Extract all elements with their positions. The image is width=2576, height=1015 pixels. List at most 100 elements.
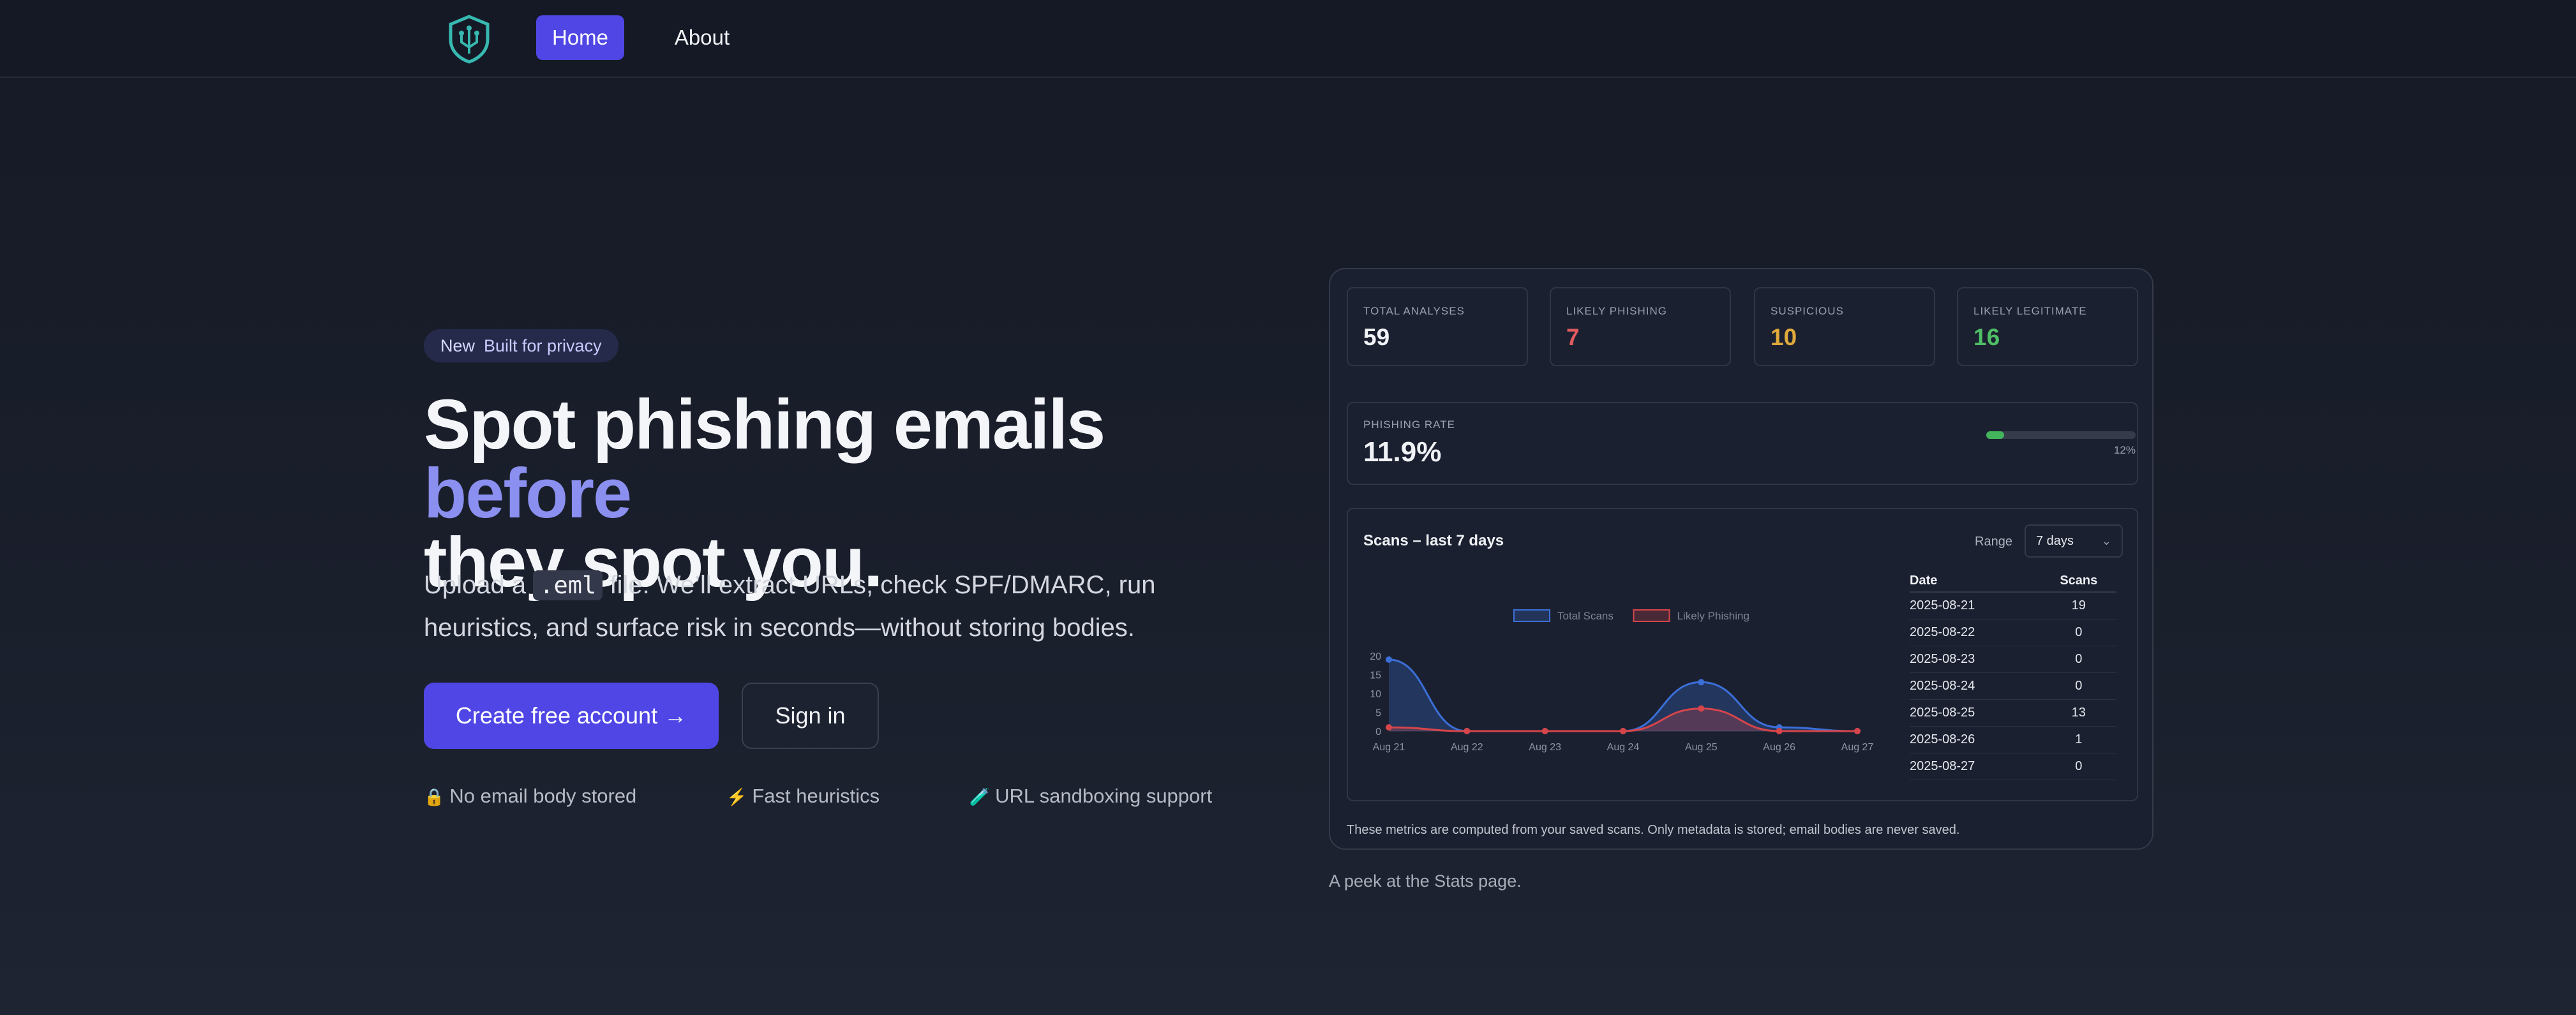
kpi-likely-legitimate: LIKELY LEGITIMATE 16 [1957, 287, 2138, 366]
range-select[interactable]: 7 days ⌄ [2025, 524, 2123, 558]
range-value: 7 days [2036, 534, 2074, 548]
nav-about-link[interactable]: About [664, 15, 740, 60]
data-point [1386, 656, 1392, 663]
column-header-date: Date [1910, 570, 2041, 593]
legend-swatch [1513, 609, 1550, 622]
kpi-likely-phishing: LIKELY PHISHING 7 [1550, 287, 1731, 366]
cell-scans: 0 [2041, 619, 2116, 646]
data-point [1464, 728, 1471, 734]
feature-item: 🔒 No email body stored [424, 785, 678, 807]
table-row: 2025-08-21 19 [1910, 592, 2116, 619]
x-tick-label: Aug 26 [1763, 742, 1795, 753]
lightning-icon: ⚡ [726, 787, 747, 806]
cell-scans: 13 [2041, 699, 2116, 727]
data-point [1854, 728, 1861, 734]
data-point [1386, 724, 1392, 731]
cell-date: 2025-08-27 [1910, 753, 2041, 780]
feature-item: 🧪 URL sandboxing support [970, 785, 1254, 807]
y-tick-label: 5 [1375, 708, 1381, 719]
y-tick-label: 10 [1370, 689, 1381, 700]
kpi-value: 59 [1363, 324, 1390, 350]
stats-preview-card: TOTAL ANALYSES 59 LIKELY PHISHING 7 SUSP… [1329, 268, 2153, 850]
preview-caption: A peek at the Stats page. [1329, 871, 1522, 891]
x-tick-label: Aug 23 [1529, 742, 1561, 753]
headline-part1: Spot phishing emails [424, 385, 1105, 464]
x-tick-label: Aug 27 [1841, 742, 1874, 753]
x-tick-label: Aug 21 [1373, 742, 1405, 753]
table-row: 2025-08-23 0 [1910, 646, 2116, 673]
rate-percent-label: 12% [2113, 444, 2136, 456]
cell-date: 2025-08-25 [1910, 699, 2041, 727]
data-point [1541, 728, 1548, 734]
x-tick-label: Aug 22 [1451, 742, 1483, 753]
chevron-down-icon: ⌄ [2101, 535, 2111, 547]
kpi-total-analyses: TOTAL ANALYSES 59 [1347, 287, 1528, 366]
kpi-label: LIKELY LEGITIMATE [1973, 305, 2087, 317]
scans-panel: Scans – last 7 days Range 7 days ⌄ 0 5 10 1… [1347, 508, 2138, 801]
y-tick-label: 15 [1370, 670, 1381, 681]
table-row: 2025-08-22 0 [1910, 619, 2116, 646]
x-tick-label: Aug 24 [1607, 742, 1640, 753]
cell-date: 2025-08-21 [1910, 592, 2041, 619]
rate-label: PHISHING RATE [1363, 419, 1455, 431]
table-header-row: Date Scans [1910, 570, 2116, 593]
scans-title: Scans – last 7 days [1363, 532, 1504, 549]
range-label: Range [1975, 535, 2012, 549]
feature-label: Fast heuristics [752, 785, 880, 807]
legend-label: Likely Phishing [1677, 610, 1749, 622]
test-tube-icon: 🧪 [969, 787, 991, 806]
table-row: 2025-08-26 1 [1910, 726, 2116, 753]
badge-text: Built for privacy [484, 336, 602, 355]
cell-date: 2025-08-26 [1910, 726, 2041, 753]
column-header-scans: Scans [2041, 570, 2116, 593]
data-point [1776, 728, 1783, 734]
lock-icon: 🔒 [424, 787, 445, 806]
eml-code: .eml [533, 570, 603, 600]
cell-date: 2025-08-23 [1910, 646, 2041, 673]
shield-circuit-icon[interactable] [447, 14, 491, 64]
data-point [1698, 679, 1705, 686]
y-tick-label: 0 [1375, 727, 1381, 737]
privacy-badge: New Built for privacy [424, 329, 618, 362]
feature-list: 🔒 No email body stored ⚡ Fast heuristics 🧪… [424, 785, 1296, 808]
cell-scans: 19 [2041, 592, 2116, 619]
kpi-label: TOTAL ANALYSES [1363, 305, 1465, 317]
data-point [1698, 705, 1705, 712]
kpi-suspicious: SUSPICIOUS 10 [1754, 287, 1935, 366]
feature-label: URL sandboxing support [995, 785, 1213, 807]
cell-date: 2025-08-22 [1910, 619, 2041, 646]
rate-progress-bar [1986, 431, 2136, 439]
scans-chart: 0 5 10 15 20 Aug 21 Aug 22 Aug 23 Aug 24 Aug 25 Au… [1370, 609, 1874, 753]
table-row: 2025-08-27 0 [1910, 753, 2116, 780]
kpi-value: 7 [1566, 324, 1580, 350]
nav-home-link[interactable]: Home [536, 15, 624, 60]
sub-before: Upload a [424, 571, 534, 599]
feature-item: ⚡ Fast heuristics [726, 785, 922, 807]
feature-label: No email body stored [449, 785, 637, 807]
kpi-label: LIKELY PHISHING [1566, 305, 1667, 317]
scans-table: Date Scans 2025-08-21 19 2025-08-22 0 2025… [1910, 570, 2116, 780]
x-tick-label: Aug 25 [1685, 742, 1718, 753]
top-nav: Home About [0, 0, 2576, 78]
y-tick-label: 20 [1370, 651, 1381, 662]
cell-scans: 0 [2041, 646, 2116, 673]
sign-in-button[interactable]: Sign in [742, 683, 879, 749]
hero-subtitle: Upload a .eml file. We’ll extract URLs, … [424, 564, 1190, 649]
kpi-value: 16 [1973, 324, 2000, 350]
legend-swatch [1633, 609, 1670, 622]
data-point [1620, 728, 1626, 734]
rate-value: 11.9% [1363, 436, 1442, 468]
table-row: 2025-08-25 13 [1910, 699, 2116, 727]
kpi-label: SUSPICIOUS [1771, 305, 1844, 317]
series-area [1389, 659, 1857, 731]
rate-progress-fill [1986, 431, 2005, 439]
cell-scans: 1 [2041, 726, 2116, 753]
cell-scans: 0 [2041, 672, 2116, 700]
cell-scans: 0 [2041, 753, 2116, 780]
phishing-rate-panel: PHISHING RATE 11.9% 12% [1347, 402, 2138, 485]
kpi-value: 10 [1771, 324, 1797, 350]
series-line [1388, 658, 1858, 732]
badge-new-label: New [440, 336, 476, 355]
create-account-button[interactable]: Create free account → [424, 683, 719, 749]
metrics-note: These metrics are computed from your sav… [1347, 823, 1960, 837]
